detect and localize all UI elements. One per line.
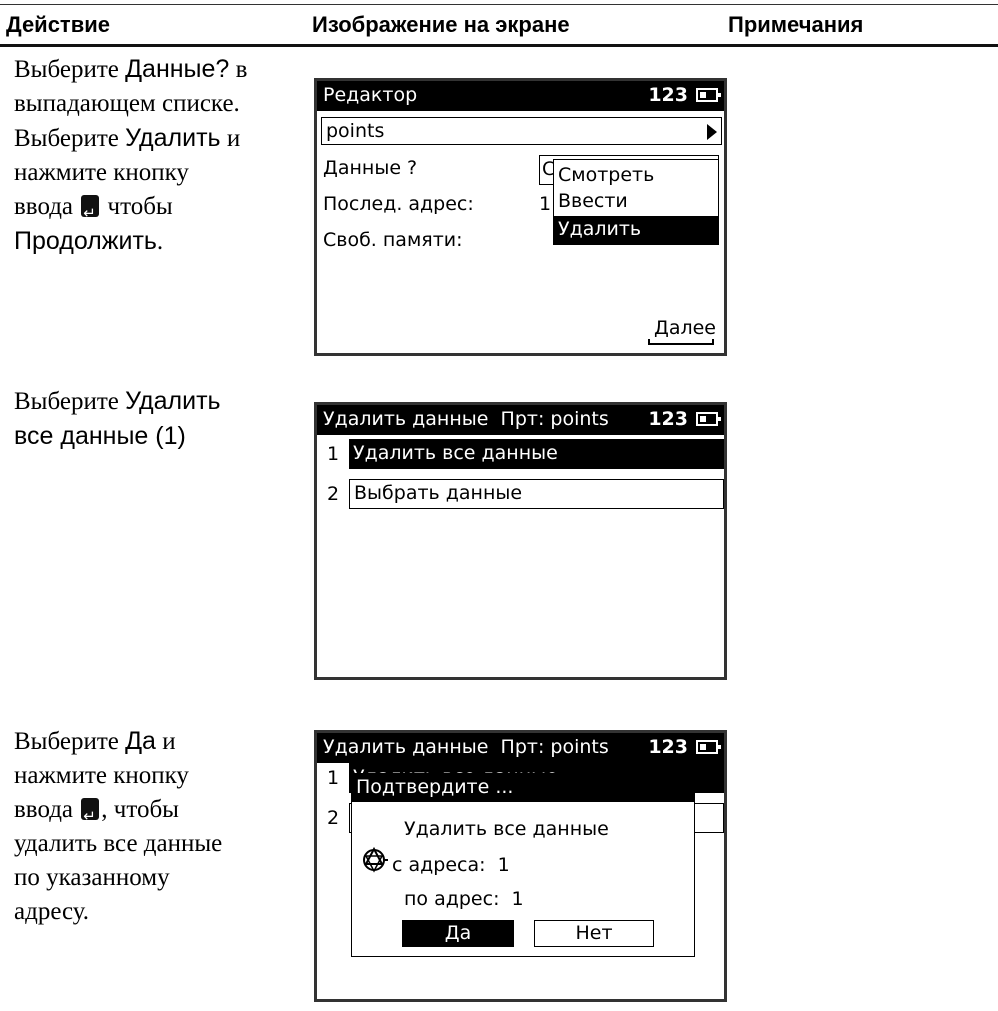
menu-item-number: 1: [327, 767, 340, 789]
instr-text: , чтобы: [101, 796, 179, 823]
column-header-notes: Примечания: [728, 12, 864, 37]
screen-title-bar: Удалить данные Прт: points 123: [317, 733, 724, 763]
menu-item-select-data[interactable]: Выбрать данные: [349, 479, 724, 509]
instr-text: Выберите: [14, 728, 126, 755]
input-mode-indicator: 123: [648, 84, 688, 106]
instr-term: Удалить: [125, 387, 221, 415]
column-header-action: Действие: [6, 12, 110, 37]
instr-term: Продолжить: [14, 227, 157, 255]
dropdown-item-view[interactable]: Смотреть: [558, 164, 654, 186]
battery-icon: [696, 740, 721, 754]
softkey-underline: [648, 339, 714, 345]
instr-text: Выберите: [14, 125, 126, 152]
dropdown-item-enter[interactable]: Ввести: [558, 190, 628, 212]
label-free-memory: Своб. памяти:: [323, 229, 463, 251]
screen-title-bar: Удалить данные Прт: points 123: [317, 405, 724, 435]
instr-text: выпадающем списке.: [14, 90, 240, 117]
instr-text: нажмите кнопку: [14, 762, 189, 789]
menu-item-number: 2: [327, 807, 340, 829]
instr-text: .: [156, 228, 164, 255]
instr-text: и: [155, 728, 176, 755]
instr-text: чтобы: [101, 193, 173, 220]
instr-text: Выберите: [14, 56, 126, 83]
screen-title: Редактор: [323, 84, 418, 106]
confirm-dialog: Подтвердите ... Удалить все данные с адр…: [351, 773, 695, 957]
column-header-screen: Изображение на экране: [312, 12, 570, 37]
trimble-logo-icon: [363, 846, 388, 873]
instr-term: Данные?: [125, 55, 230, 83]
row3-instructions: Выберите Да и нажмите кнопку ввода , что…: [14, 724, 304, 929]
yes-button[interactable]: Да: [402, 920, 514, 947]
header-bottom-rule: [0, 44, 998, 47]
menu-item-label: Удалить все данные: [353, 442, 558, 464]
screen-title: Удалить данные Прт: points: [323, 736, 609, 758]
device-screen-editor: Редактор 123 points Данные ? Послед. адр…: [314, 78, 727, 356]
job-value: points: [326, 120, 385, 142]
instr-text: по указанному: [14, 864, 170, 891]
dropdown-item-delete-selected[interactable]: Удалить: [554, 216, 718, 244]
input-mode-indicator: 123: [648, 736, 688, 758]
menu-item-number: 1: [327, 443, 340, 465]
label-last-address: Послед. адрес:: [323, 193, 474, 215]
header-top-rule: [0, 4, 998, 5]
instr-term: Да: [125, 727, 156, 755]
dialog-from-address: с адреса: 1: [392, 854, 510, 876]
instr-term: все данные (1): [14, 422, 186, 450]
instr-text: Выберите: [14, 388, 126, 415]
dialog-title-bar: Подтвердите ...: [352, 774, 694, 802]
instr-text: ввода: [14, 193, 80, 220]
row1-instructions: Выберите Данные? в выпадающем списке. Вы…: [14, 52, 304, 259]
softkey-next[interactable]: Далее: [654, 317, 716, 339]
battery-icon: [696, 88, 721, 102]
battery-icon: [696, 412, 721, 426]
instr-term: Удалить: [125, 124, 221, 152]
job-select-field[interactable]: points: [321, 117, 722, 145]
dropdown-item-delete: Удалить: [558, 218, 642, 240]
menu-item-label: Выбрать данные: [354, 482, 523, 504]
instr-text: нажмите кнопку: [14, 159, 189, 186]
screen-title-bar: Редактор 123: [317, 81, 724, 111]
last-address-value: 1: [539, 193, 552, 215]
arrow-right-icon: [707, 124, 717, 140]
instr-text: и: [220, 125, 241, 152]
label-data: Данные ?: [323, 157, 418, 179]
row2-instructions: Выберите Удалить все данные (1): [14, 384, 304, 453]
device-screen-confirm: Удалить данные Прт: points 123 1 Удалить…: [314, 730, 727, 1002]
no-button[interactable]: Нет: [534, 920, 654, 947]
instr-text: удалить все данные: [14, 830, 223, 857]
data-dropdown-list[interactable]: Смотреть Ввести Удалить: [553, 159, 719, 245]
enter-key-icon: [81, 798, 100, 833]
dialog-message: Удалить все данные: [404, 818, 609, 840]
instr-text: в: [229, 56, 248, 83]
device-screen-delete-data: Удалить данные Прт: points 123 1 Удалить…: [314, 402, 727, 680]
menu-item-number: 2: [327, 483, 340, 505]
dialog-to-address: по адрес: 1: [404, 888, 524, 910]
screen-title: Удалить данные Прт: points: [323, 408, 609, 430]
instr-text: адресу.: [14, 898, 90, 925]
dialog-title: Подтвердите ...: [356, 776, 514, 798]
menu-item-delete-all[interactable]: Удалить все данные: [349, 439, 724, 469]
enter-key-icon: [81, 195, 100, 230]
instr-text: ввода: [14, 796, 80, 823]
input-mode-indicator: 123: [648, 408, 688, 430]
